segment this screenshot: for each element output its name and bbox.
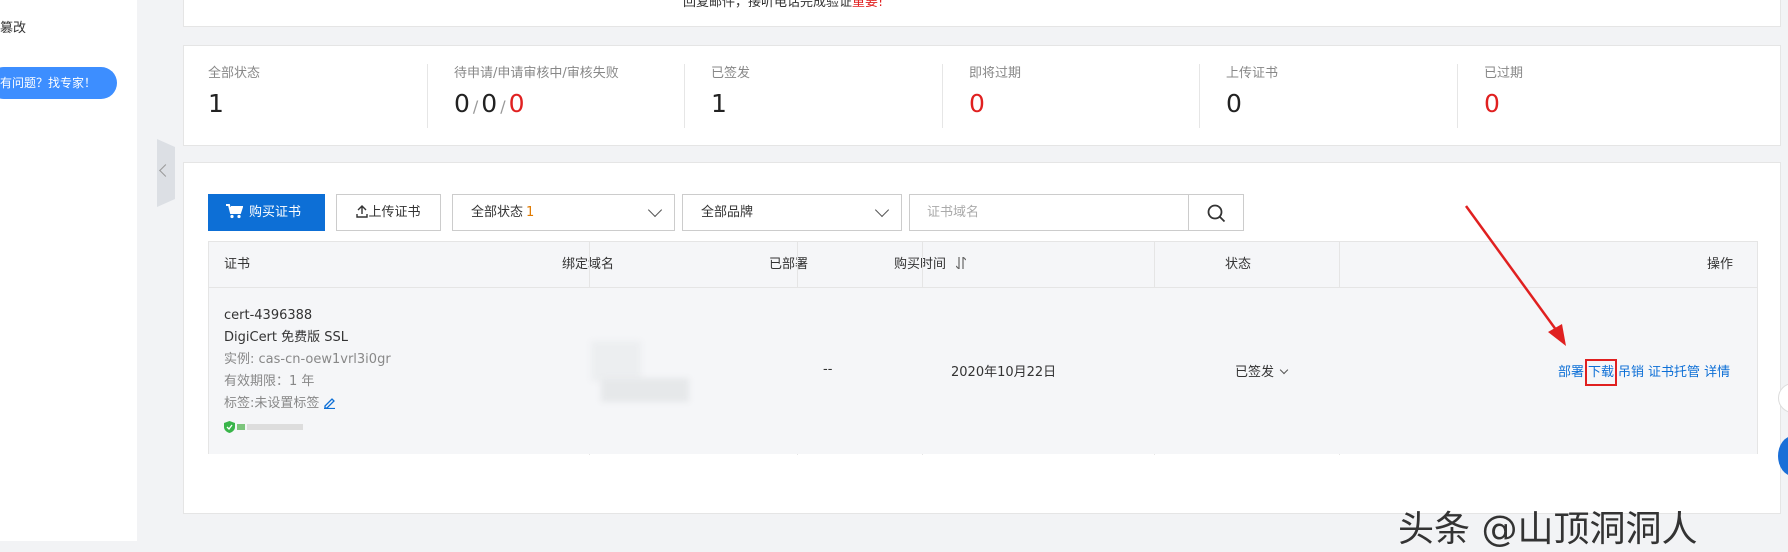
security-blur-bar [247,424,303,430]
stat-label: 已过期 [1484,66,1524,81]
sidebar-collapse-toggle[interactable] [157,139,175,207]
header-status: 状态 [1225,257,1252,272]
stat-pending-review: 0 [481,89,498,118]
stat-pending[interactable]: 待申请/申请审核中/审核失败 0/0/0 [454,66,619,128]
stat-expiring[interactable]: 即将过期 0 [969,66,1021,128]
stat-expired[interactable]: 已过期 0 [1484,66,1523,128]
header-domain: 绑定域名 [562,257,615,272]
stat-label: 上传证书 [1226,66,1279,81]
stat-pending-failed: 0 [508,89,525,118]
search-input[interactable]: 证书域名 [927,195,979,230]
cert-security-row [224,419,391,435]
buy-label: 购买证书 [249,205,302,220]
watermark-text: 头条 @山顶洞洞人 [1398,509,1698,550]
notice-important: 重要! [852,0,884,10]
search-button[interactable] [1188,195,1243,230]
chevron-left-icon [159,164,172,177]
status-value: 已签发 [1235,365,1275,380]
cert-tag: 标签:未设置标签 [224,396,320,411]
status-count: 1 [526,205,535,220]
blurred-domain [591,341,641,381]
blurred-domain [601,378,689,402]
brand-filter-select[interactable]: 全部品牌 [682,194,902,231]
verification-notice: 回复邮件，接听电话完成验证重要! [683,0,883,9]
notice-text: 回复邮件，接听电话完成验证 [683,0,853,10]
action-cert-hosting[interactable]: 证书托管 [1648,365,1700,380]
action-deploy[interactable]: 部署 [1558,365,1584,380]
stat-value: 1 [208,89,224,118]
upload-certificate-button[interactable]: 上传证书 [336,194,441,231]
cert-id: cert-4396388 [224,308,313,323]
domain-search: 证书域名 [909,194,1244,231]
header-actions: 操作 [1707,257,1734,272]
cart-icon [226,204,243,219]
header-deployed: 已部署 [769,257,809,272]
search-icon [1207,204,1226,223]
purchase-time-label: 购买时间 [894,257,947,272]
purchase-date-cell: 2020年10月22日 [951,365,1057,380]
row-actions: 部署 下载 吊销 证书托管 详情 [1558,359,1734,386]
cert-validity: 有效期限：1 年 [224,374,315,389]
stat-pending-apply: 0 [454,89,470,118]
stat-label: 全部状态 [208,66,261,81]
action-revoke[interactable]: 吊销 [1618,365,1644,380]
stat-divider [1199,64,1200,128]
stat-label: 即将过期 [969,66,1022,81]
ask-expert-button[interactable]: 有问题？找专家！ [0,67,117,99]
stat-divider [942,64,943,128]
security-level-bar [237,424,245,430]
status-select-value: 全部状态 [471,205,524,220]
stat-label: 已签发 [711,66,751,81]
action-details[interactable]: 详情 [1704,365,1730,380]
edit-icon[interactable] [323,396,336,409]
annotation-arrow-icon [1464,205,1566,346]
buy-certificate-button[interactable]: 购买证书 [208,194,325,231]
left-sidebar: 篡改 有问题？找专家！ [0,0,137,541]
stat-uploaded[interactable]: 上传证书 0 [1226,66,1278,128]
stat-divider [684,64,685,128]
status-filter-select[interactable]: 全部状态 1 [452,194,675,231]
stat-divider [427,64,428,128]
deployed-cell: -- [823,362,833,377]
shield-icon [224,421,235,433]
stat-value: 0 [1226,89,1242,118]
cert-instance: 实例: cas-cn-oew1vrl3i0gr [224,352,391,367]
upload-icon [356,205,369,218]
header-purchase-time[interactable]: 购买时间 [894,242,967,288]
cert-info-cell: cert-4396388 DigiCert 免费版 SSL 实例: cas-cn… [224,305,391,435]
cert-name: DigiCert 免费版 SSL [224,330,349,345]
chevron-down-icon [1279,365,1289,375]
chevron-down-icon [647,202,663,218]
stat-divider [1457,64,1458,128]
upload-label: 上传证书 [368,205,421,220]
action-download[interactable]: 下载 [1585,359,1618,386]
cert-tag-row: 标签:未设置标签 [224,393,391,415]
stat-value: 1 [711,89,727,118]
stat-label: 待申请/申请审核中/审核失败 [454,66,619,81]
certificate-stats-card: 全部状态 1 待申请/申请审核中/审核失败 0/0/0 已签发 1 即将过期 0… [183,45,1781,146]
stat-value: 0 [969,89,985,118]
status-dropdown[interactable]: 已签发 [1235,361,1289,380]
stat-value: 0/0/0 [454,89,525,118]
chevron-down-icon [874,202,890,218]
sidebar-modify-link[interactable]: 篡改 [0,17,26,36]
stat-issued[interactable]: 已签发 1 [711,66,750,128]
brand-select-value: 全部品牌 [701,205,754,220]
stat-all-status[interactable]: 全部状态 1 [208,66,260,128]
sort-icon [955,256,967,270]
header-cert: 证书 [224,257,251,272]
stat-value: 0 [1484,89,1500,118]
verification-notice-card: 回复邮件，接听电话完成验证重要! [183,0,1781,27]
